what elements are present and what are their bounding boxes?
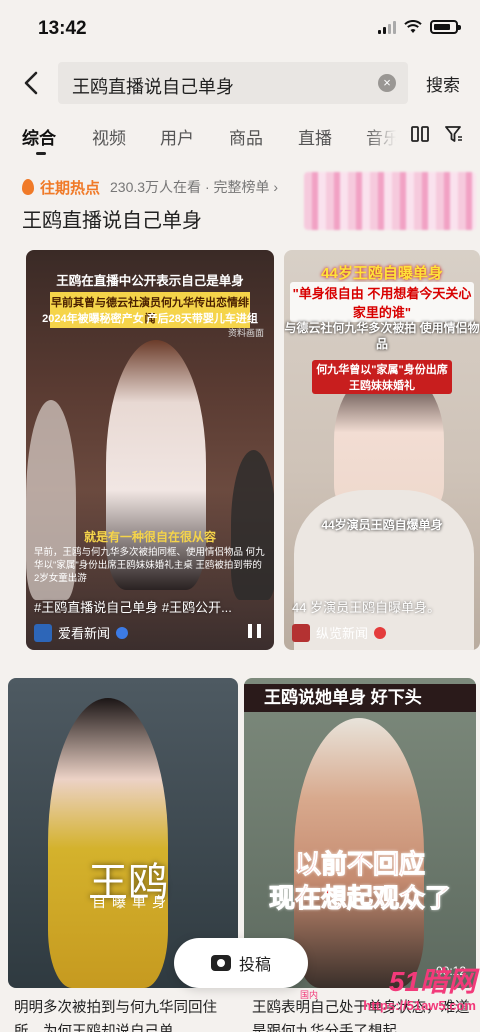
back-arrow-icon[interactable] [18,68,46,98]
tab-products[interactable]: 商品 [229,124,263,149]
pause-icon[interactable] [248,624,262,638]
clear-search-icon[interactable]: × [378,74,396,92]
blurred-banner-image [304,172,476,230]
video-caption: 与德云社何九华多次被拍 使用情侣物品 [284,321,480,351]
watermark: 51暗网 国内 https://51aw5.com [296,960,476,1030]
verified-icon [374,626,387,639]
search-bar-row: 王鸥直播说自己单身 × 搜索 [0,60,480,106]
filter-icon[interactable] [444,124,464,144]
video-caption: 现在想起观众了 [268,883,451,914]
video-subtitle: 就是有一种很自在很从容 [83,530,216,544]
video-caption-source-note: 资料画面 [227,328,264,338]
video-caption: 王鸥说她单身 好下头 [244,684,476,712]
source-logo-icon [292,623,310,642]
tab-fade-overlay [366,116,404,156]
status-bar: 13:42 [0,0,480,58]
video-caption: 王鸥在直播中公开表示自己是单身 [56,274,244,288]
post-button[interactable]: 投稿 [174,938,308,988]
hot-topic-title[interactable]: 王鸥直播说自己单身 [22,204,202,233]
layout-toggle-icon[interactable] [410,124,430,144]
watermark-url: https://51aw5.com [363,998,476,1013]
search-query-text: 王鸥直播说自己单身 [72,77,234,97]
watermark-text: 51暗网 [388,966,476,997]
verified-icon [116,626,129,639]
video-caption-detail: 早前，王鸥与何九华多次被拍同框、使用情侣物品 何九华以"家属"身份出席王鸥妹妹婚… [34,547,265,584]
search-input[interactable]: 王鸥直播说自己单身 × [58,62,408,104]
thumbnail-subtext: 自曝单身 [92,894,172,910]
source-logo-icon [34,623,52,642]
video-thumbnail-person [48,698,168,988]
video-card-2[interactable]: 44岁王鸥自曝单身 "单身很自由 不用想着今天关心家里的谁" 与德云社何九华多次… [284,250,480,650]
video-caption: "单身很自由 不用想着今天关心家里的谁" [290,282,474,322]
video-card-1[interactable]: 王鸥在直播中公开表示自己是单身 早前其曾与德云社演员何九华传出恋情绯闻 2024… [26,250,274,650]
cellular-signal-icon [378,20,396,34]
status-time: 13:42 [38,18,87,39]
watermark-small: 国内 [300,990,319,1000]
post-button-label: 投稿 [238,957,271,974]
battery-icon [430,20,461,34]
search-result-tabs: 综合 视频 用户 商品 直播 音乐 [0,116,480,156]
tab-comprehensive[interactable]: 综合 [22,124,56,149]
card-3-description[interactable]: 明明多次被拍到与何九华同回住所，为何王鸥却说自己单 [14,996,244,1032]
active-tab-indicator [36,152,46,155]
tab-live[interactable]: 直播 [298,124,332,149]
card-source[interactable]: 纵览新闻 [292,623,387,642]
card-title: 44 岁演员王鸥自曝单身。 [292,600,441,615]
tab-video[interactable]: 视频 [92,124,126,149]
card-source[interactable]: 爱看新闻 [34,623,129,642]
source-name: 纵览新闻 [316,626,369,641]
wifi-icon [404,20,422,33]
tab-user[interactable]: 用户 [160,124,194,149]
hot-topic-label: 往期热点 [40,179,101,197]
camera-icon [210,955,231,971]
fire-icon [22,179,34,195]
video-caption: 以前不回应 [294,849,425,880]
hot-topic-header[interactable]: 往期热点 230.3万人在看 · 完整榜单 › [22,176,322,198]
search-button[interactable]: 搜索 [426,71,460,96]
source-name: 爱看新闻 [58,626,111,641]
video-subtitle: 44岁演员王鸥自爆单身 [321,518,443,532]
video-caption: 2024年被曝秘密产女 产后28天带婴儿车进组 [42,313,258,325]
hot-topic-viewers: 230.3万人在看 · 完整榜单 › [110,179,279,195]
card-title: #王鸥直播说自己单身 #王鸥公开... [34,600,232,615]
video-caption: 何九华曾以"家属"身份出席 王鸥妹妹婚礼 [312,360,452,394]
video-caption: 44岁王鸥自曝单身 [321,265,443,282]
status-icons [378,20,461,34]
